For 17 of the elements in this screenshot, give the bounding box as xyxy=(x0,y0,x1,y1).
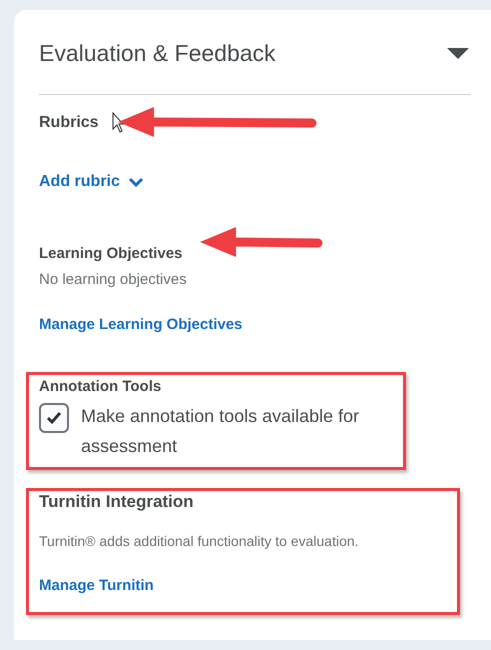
triangle-icon xyxy=(447,48,469,60)
manage-turnitin-link[interactable]: Manage Turnitin xyxy=(39,576,154,596)
empty-message: No learning objectives xyxy=(39,271,187,288)
chevron-down-icon xyxy=(128,177,144,187)
collapse-toggle[interactable] xyxy=(447,48,469,60)
manage-objectives-link[interactable]: Manage Learning Objectives xyxy=(39,315,242,335)
checkmark-icon xyxy=(46,411,62,425)
checkbox[interactable] xyxy=(39,403,69,433)
add-rubric-link[interactable]: Add rubric xyxy=(39,170,144,194)
panel-title: Evaluation & Feedback xyxy=(39,39,276,68)
section-heading: Rubrics xyxy=(39,114,99,131)
section-heading: Annotation Tools xyxy=(39,378,162,395)
section-heading: Turnitin Integration xyxy=(39,492,194,511)
cursor-icon xyxy=(112,112,124,134)
description-text: Turnitin® adds additional functionality to evaluation. xyxy=(39,533,359,549)
section-heading: Learning Objectives xyxy=(39,245,182,262)
checkbox-label: Make annotation tools available for assessment xyxy=(81,405,360,458)
